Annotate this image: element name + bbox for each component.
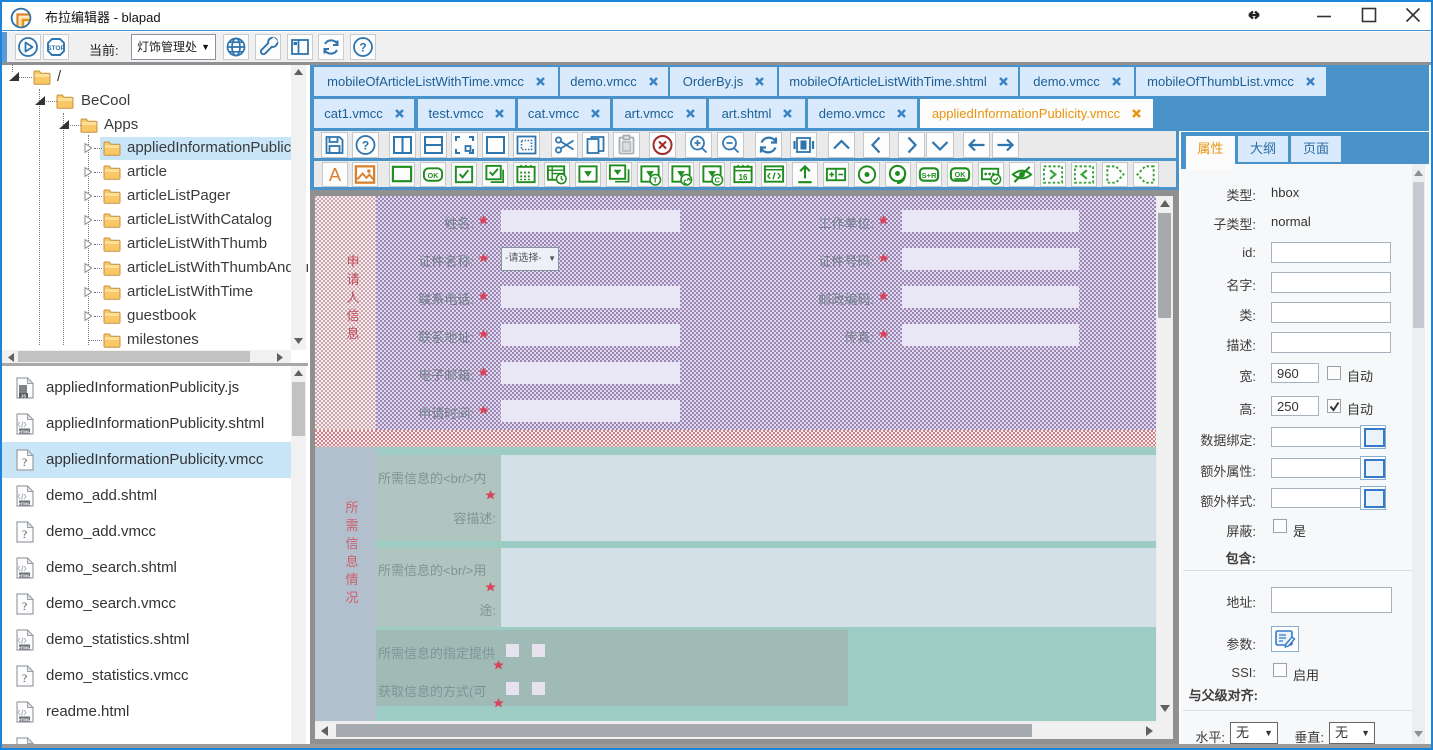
svg-text:STOP: STOP	[47, 45, 65, 52]
svg-text:?: ?	[362, 139, 369, 153]
svg-text:A: A	[329, 165, 342, 185]
svg-text:C: C	[715, 176, 721, 185]
svg-text:?: ?	[359, 41, 366, 55]
svg-text:S+R: S+R	[921, 171, 937, 180]
svg-text:OK: OK	[955, 171, 967, 179]
svg-text:OK: OK	[428, 172, 440, 180]
svg-text:T: T	[653, 176, 658, 185]
svg-text:16: 16	[738, 173, 748, 182]
